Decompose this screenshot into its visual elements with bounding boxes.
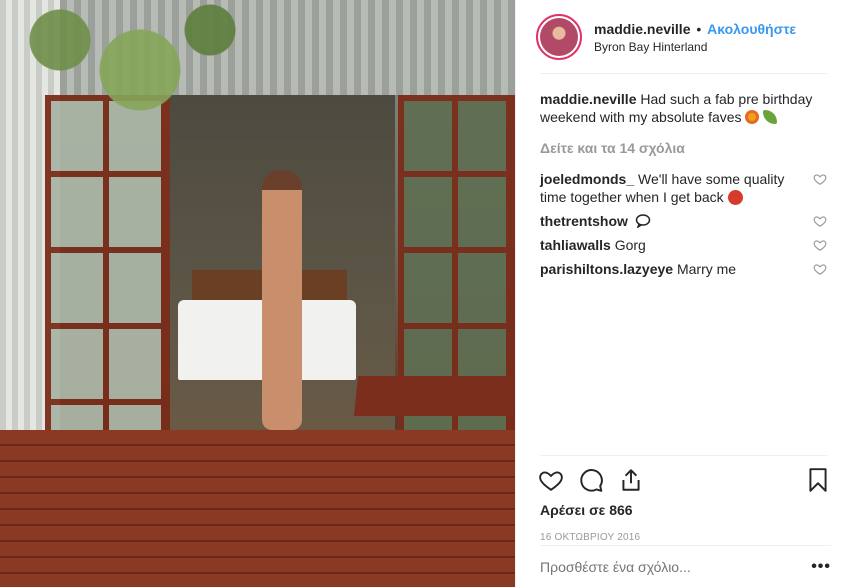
likes-count[interactable]: Αρέσει σε 866 — [516, 502, 847, 518]
comment-item: joeledmonds_ We'll have some quality tim… — [540, 170, 827, 206]
comment-username[interactable]: parishiltons.lazyeye — [540, 261, 673, 277]
photo-deck — [0, 430, 515, 587]
post-photo[interactable] — [0, 0, 515, 587]
heart-icon[interactable] — [538, 467, 564, 493]
photo-leaves — [0, 0, 270, 160]
separator-dot: • — [696, 20, 702, 37]
comment-item: thetrentshow — [540, 212, 827, 230]
action-bar — [516, 455, 847, 505]
comment-item: tahliawalls Gorg — [540, 236, 827, 254]
caption: maddie.neville Had such a fab pre birthd… — [540, 90, 827, 126]
speech-bubble-emoji-icon — [635, 214, 651, 229]
comment-username[interactable]: tahliawalls — [540, 237, 611, 253]
caption-username[interactable]: maddie.neville — [540, 91, 636, 107]
comment-item: parishiltons.lazyeye Marry me — [540, 260, 827, 278]
like-comment-heart-icon[interactable] — [813, 214, 827, 228]
photo-person — [262, 170, 302, 430]
comment-username[interactable]: joeledmonds_ — [540, 171, 634, 187]
comment-input[interactable] — [540, 558, 812, 575]
comment-text: Gorg — [614, 237, 646, 253]
devil-emoji-icon — [727, 190, 743, 205]
follow-button[interactable]: Ακολουθήστε — [707, 21, 796, 37]
share-icon[interactable] — [618, 467, 644, 493]
comment-icon[interactable] — [578, 467, 604, 493]
view-all-comments-link[interactable]: Δείτε και τα 14 σχόλια — [540, 140, 827, 156]
bookmark-icon[interactable] — [805, 467, 831, 493]
post-date[interactable]: 16 ΟΚΤΩΒΡΙΟΥ 2016 — [516, 532, 847, 543]
header-username[interactable]: maddie.neville — [594, 21, 690, 37]
location-link[interactable]: Byron Bay Hinterland — [594, 40, 796, 54]
post-side-panel: maddie.neville • Ακολουθήστε Byron Bay H… — [515, 0, 847, 587]
avatar[interactable] — [536, 14, 582, 60]
like-comment-heart-icon[interactable] — [813, 238, 827, 252]
comment-text: Marry me — [676, 261, 737, 277]
comment-username[interactable]: thetrentshow — [540, 213, 628, 229]
like-comment-heart-icon[interactable] — [813, 172, 827, 186]
post-header: maddie.neville • Ακολουθήστε Byron Bay H… — [516, 0, 847, 74]
like-comment-heart-icon[interactable] — [813, 262, 827, 276]
post-actions-area: Αρέσει σε 866 16 ΟΚΤΩΒΡΙΟΥ 2016 — [516, 455, 847, 543]
more-icon[interactable]: ••• — [811, 558, 831, 576]
comments-section: maddie.neville Had such a fab pre birthd… — [516, 74, 847, 459]
photo-table — [353, 376, 515, 416]
leaf-emoji-icon — [763, 110, 778, 124]
add-comment-bar: ••• — [540, 545, 831, 587]
sunflower-emoji-icon — [745, 110, 760, 124]
